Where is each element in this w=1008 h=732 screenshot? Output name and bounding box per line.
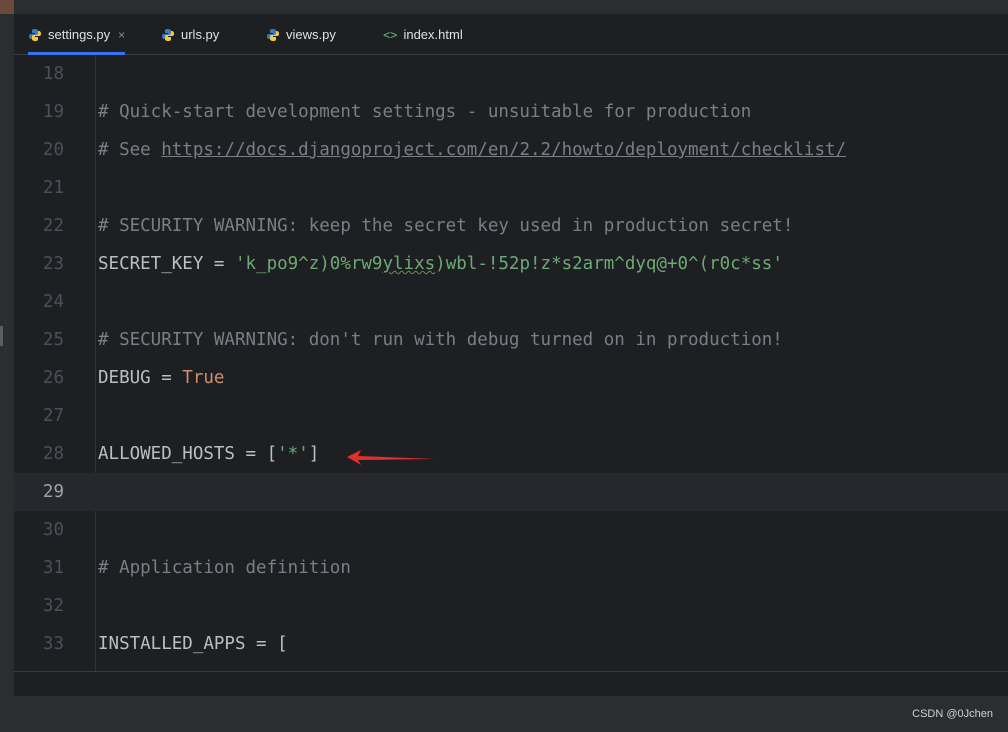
line-number: 31 [42,558,64,578]
status-bar: CSDN @0Jchen [0,696,1008,732]
line-number: 21 [42,178,64,198]
operator: = [ [245,634,288,654]
tab-label: index.html [403,27,463,42]
string-literal: )wbl-!52p!z*s2arm^dyq@+0^(r0c*ss' [435,254,783,274]
code-line[interactable]: 28 ALLOWED_HOSTS = ['*'] [14,435,1008,473]
left-tool-strip [0,14,14,696]
line-number: 28 [42,444,64,464]
editor-bottom-border [14,671,1008,696]
tab-index-html[interactable]: <> index.html [383,14,463,55]
close-icon[interactable]: × [118,28,125,42]
python-icon [266,28,280,42]
line-number: 22 [42,216,64,236]
comment-text: # SECURITY WARNING: keep the secret key … [98,216,794,236]
tab-label: views.py [286,27,336,42]
typo-highlight: ylixs [382,254,436,274]
editor-tab-bar: settings.py × urls.py views.py <> index.… [14,14,1008,55]
line-number: 23 [42,254,64,274]
line-number: 29 [42,482,64,502]
comment-text: # Quick-start development settings - uns… [98,102,752,122]
string-literal: '*' [277,444,309,464]
scroll-marker [0,326,3,346]
operator: = [ [234,444,278,464]
code-line[interactable]: 27 [14,397,1008,435]
code-line[interactable]: 33 INSTALLED_APPS = [ [14,625,1008,663]
tab-label: settings.py [48,27,111,42]
comment-text: # SECURITY WARNING: don't run with debug… [98,330,783,350]
red-arrow-annotation [347,450,435,465]
line-number: 32 [42,596,64,616]
code-line[interactable]: 22 # SECURITY WARNING: keep the secret k… [14,207,1008,245]
line-number: 24 [42,292,64,312]
code-line[interactable]: 30 [14,511,1008,549]
code-line[interactable]: 24 [14,283,1008,321]
line-number: 30 [42,520,64,540]
operator: = [203,254,235,274]
tab-settings-py[interactable]: settings.py × [28,14,126,55]
code-line[interactable]: 32 [14,587,1008,625]
current-line[interactable]: 29 [14,473,1008,511]
watermark-text: CSDN @0Jchen [912,708,993,720]
code-line[interactable]: 31 # Application definition [14,549,1008,587]
code-line[interactable]: 20 # See https://docs.djangoproject.com/… [14,131,1008,169]
tab-urls-py[interactable]: urls.py [161,14,219,55]
code-line[interactable]: 25 # SECURITY WARNING: don't run with de… [14,321,1008,359]
python-icon [161,28,175,42]
line-number: 27 [42,406,64,426]
line-number: 20 [42,140,64,160]
line-number: 33 [42,634,64,654]
code-line[interactable]: 21 [14,169,1008,207]
line-number: 19 [42,102,64,122]
keyword-true: True [182,368,225,388]
bracket: ] [308,444,320,464]
variable-name: INSTALLED_APPS [98,634,246,654]
variable-name: ALLOWED_HOSTS [98,444,235,464]
tab-label: urls.py [181,27,220,42]
line-number: 18 [42,64,64,84]
tab-views-py[interactable]: views.py [266,14,336,55]
code-editor[interactable]: 18 19 # Quick-start development settings… [14,55,1008,671]
docs-link[interactable]: https://docs.djangoproject.com/en/2.2/ho… [161,140,846,160]
string-literal: 'k_po9^z)0%rw9 [234,254,383,274]
variable-name: DEBUG [98,368,151,388]
html-icon: <> [383,27,398,42]
code-line[interactable]: 19 # Quick-start development settings - … [14,93,1008,131]
window-accent [0,0,14,14]
line-number: 25 [42,330,64,350]
operator: = [150,368,183,388]
window-top-strip [0,0,1008,14]
line-number: 26 [42,368,64,388]
comment-text: # See [98,140,162,160]
code-line[interactable]: 26 DEBUG = True [14,359,1008,397]
variable-name: SECRET_KEY [98,254,204,274]
comment-text: # Application definition [98,558,351,578]
python-icon [28,28,42,42]
code-line[interactable]: 23 SECRET_KEY = 'k_po9^z)0%rw9ylixs)wbl-… [14,245,1008,283]
code-line[interactable]: 18 [14,55,1008,93]
